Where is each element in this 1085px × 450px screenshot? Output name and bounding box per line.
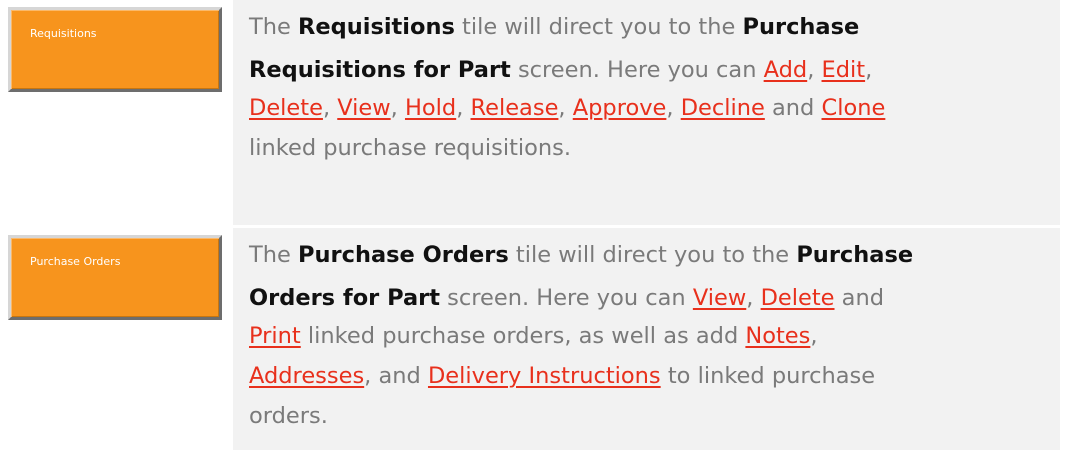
help-table: Requisitions The Requisitions tile will … [0,0,1085,450]
delete-link[interactable]: Delete [249,95,323,121]
hold-link[interactable]: Hold [405,95,456,121]
release-link[interactable]: Release [471,95,559,121]
description-line: orders. [249,403,328,429]
screen-name: Purchase [742,14,860,40]
tile-name: Purchase Orders [298,242,509,268]
description-line: Requisitions for Part screen. Here you c… [249,57,873,83]
requisitions-tile[interactable]: Requisitions [8,7,222,92]
purchase-orders-row: Purchase Orders The Purchase Orders tile… [0,228,1085,450]
tile-label: Purchase Orders [30,255,121,268]
purchase-orders-tile[interactable]: Purchase Orders [8,235,222,320]
edit-link[interactable]: Edit [822,57,866,83]
screen-name: Orders for Part [249,285,441,311]
addresses-link[interactable]: Addresses [249,363,364,389]
view-link[interactable]: View [337,95,390,121]
screen-name: Purchase [796,242,914,268]
add-link[interactable]: Add [764,57,808,83]
description-line: Delete, View, Hold, Release, Approve, De… [249,95,886,121]
clone-link[interactable]: Clone [822,95,886,121]
description: The Purchase Orders tile will direct you… [233,228,1060,450]
delivery-instructions-link[interactable]: Delivery Instructions [428,363,661,389]
description-line: Orders for Part screen. Here you can Vie… [249,285,885,311]
notes-link[interactable]: Notes [745,323,810,349]
tile-label: Requisitions [30,27,97,40]
description-line: linked purchase requisitions. [249,135,572,161]
requisitions-row: Requisitions The Requisitions tile will … [0,0,1085,225]
description-line: Addresses, and Delivery Instructions to … [249,363,876,389]
tile-name: Requisitions [298,14,455,40]
description-line: Print linked purchase orders, as well as… [249,323,818,349]
approve-link[interactable]: Approve [573,95,667,121]
tile-cell: Purchase Orders [0,228,233,450]
delete-link[interactable]: Delete [761,285,835,311]
decline-link[interactable]: Decline [681,95,765,121]
view-link[interactable]: View [693,285,746,311]
description-line: The Purchase Orders tile will direct you… [249,242,914,268]
description-line: The Requisitions tile will direct you to… [249,14,860,40]
screen-name: Requisitions for Part [249,57,511,83]
tile-cell: Requisitions [0,0,233,225]
description: The Requisitions tile will direct you to… [233,0,1060,225]
print-link[interactable]: Print [249,323,301,349]
